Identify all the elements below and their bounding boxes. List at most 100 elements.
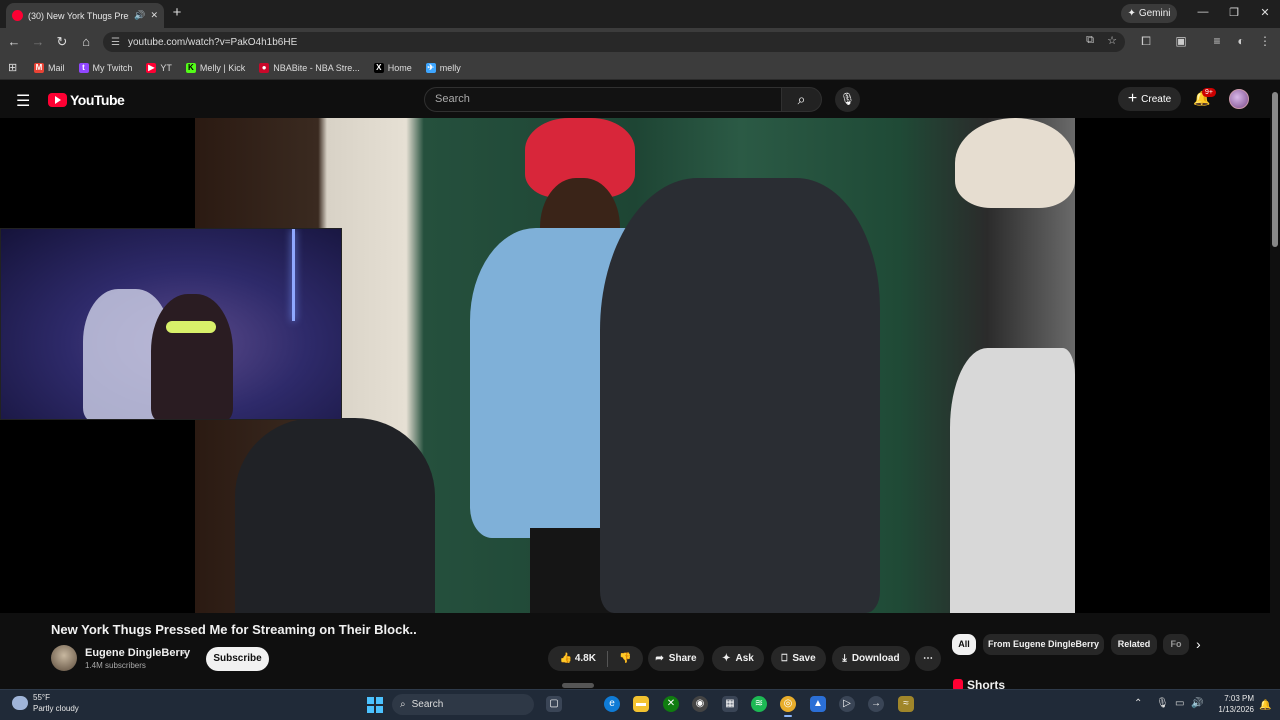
chip-from-channel[interactable]: From Eugene DingleBerry — [983, 634, 1104, 655]
dislike-icon[interactable]: 👎 — [619, 653, 631, 664]
chevron-right-icon[interactable]: › — [1196, 636, 1201, 652]
bookmark-yt[interactable]: ▶ YT — [146, 62, 172, 73]
network-icon[interactable]: ▭ — [1175, 698, 1184, 709]
like-dislike-group: 👍 4.8K 👎 — [548, 646, 643, 671]
like-count: 4.8K — [574, 653, 596, 664]
divider — [606, 650, 608, 667]
close-tab-icon[interactable]: ✕ — [150, 10, 158, 21]
xbox-icon[interactable]: ✕ — [663, 696, 679, 712]
spotify-icon[interactable]: ≋ — [751, 696, 767, 712]
side-panel-icon[interactable]: ▣ — [1173, 34, 1189, 48]
weather-description: Partly cloudy — [33, 704, 79, 713]
edge-icon[interactable]: e — [604, 696, 620, 712]
store-icon[interactable]: ▦ — [722, 696, 738, 712]
youtube-logo[interactable]: YouTube — [48, 92, 125, 108]
streamer-shape — [151, 294, 233, 419]
bookmark-melly[interactable]: ✈ melly — [425, 62, 461, 73]
save-button[interactable]: ⎕ Save — [771, 646, 826, 671]
reload-icon[interactable]: ↻ — [54, 34, 70, 50]
subscribe-button[interactable]: Subscribe — [206, 647, 269, 671]
bookmark-star-icon[interactable]: ☆ — [1105, 34, 1119, 47]
file-explorer-icon[interactable]: ▬ — [633, 696, 649, 712]
bookmark-label: Mail — [48, 62, 65, 73]
forward-icon[interactable]: → — [30, 34, 46, 50]
twitch-icon: t — [78, 62, 89, 73]
scrollbar-thumb[interactable] — [1272, 92, 1278, 247]
microphone-icon[interactable]: 🎙 — [835, 87, 860, 112]
search-icon[interactable]: ⌕ — [781, 87, 822, 112]
weather-temperature: 55°F — [33, 693, 50, 702]
share-label: Share — [668, 653, 697, 664]
hamburger-menu-icon[interactable]: ☰ — [16, 91, 30, 111]
app-icon[interactable]: ≈ — [898, 696, 914, 712]
new-tab-button[interactable]: + — [169, 5, 185, 21]
tray-overflow-icon[interactable]: ⌃ — [1134, 698, 1142, 709]
minimize-icon[interactable]: — — [1195, 6, 1211, 18]
ask-button[interactable]: ✦ Ask — [712, 646, 764, 671]
black-jacket-shape — [600, 178, 880, 613]
windows-start-icon[interactable] — [367, 697, 383, 713]
gmail-icon: M — [34, 62, 44, 73]
chip-all[interactable]: All — [952, 634, 976, 655]
address-bar[interactable]: ☰ youtube.com/watch?v=PakO4h1b6HE — [103, 32, 1125, 52]
horizontal-scroll-thumb[interactable] — [562, 683, 594, 688]
bookmark-icon: ✈ — [425, 62, 436, 73]
taskbar-search[interactable]: ⌕ Search — [392, 694, 534, 715]
share-icon: ➦ — [655, 653, 664, 664]
speaker-icon[interactable]: 🔊 — [134, 10, 145, 21]
task-view-icon[interactable]: ▢ — [546, 696, 562, 712]
close-window-icon[interactable]: ✕ — [1257, 6, 1273, 19]
neon-light — [292, 229, 295, 321]
bookmark-label: My Twitch — [92, 62, 133, 73]
browser-tab[interactable]: (30) New York Thugs Press 🔊 ✕ — [6, 3, 164, 28]
bookmark-x-home[interactable]: X Home — [373, 62, 412, 73]
bookmark-label: YT — [160, 62, 172, 73]
volume-icon[interactable]: 🔊 — [1191, 698, 1203, 709]
media-player-icon[interactable]: ▷ — [839, 696, 855, 712]
account-avatar[interactable] — [1229, 89, 1249, 109]
like-button[interactable]: 👍 4.8K — [560, 653, 596, 664]
download-icon: ⤓ — [842, 653, 847, 664]
profile-icon[interactable]: ◐ — [1233, 34, 1249, 48]
gemini-button[interactable]: ✦ Gemini — [1121, 4, 1177, 23]
bookmarks-bar: ⊞ M Mail t My Twitch ▶ YT K Melly | Kick ● NB… — [0, 56, 1280, 80]
download-button[interactable]: ⤓ Download — [832, 646, 910, 671]
more-actions-icon[interactable]: ⋯ — [915, 646, 941, 671]
photos-icon[interactable]: ▲ — [810, 696, 826, 712]
weather-widget[interactable]: 55°F Partly cloudy — [12, 692, 79, 714]
obs-icon[interactable]: ◉ — [692, 696, 708, 712]
bookmark-mail[interactable]: M Mail — [34, 62, 65, 73]
chip-related[interactable]: Related — [1111, 634, 1157, 655]
chrome-icon[interactable]: ◎ — [780, 696, 796, 717]
browser-tab-bar — [0, 0, 1280, 28]
back-icon[interactable]: ← — [6, 34, 22, 50]
youtube-play-icon — [48, 93, 67, 107]
reading-list-icon[interactable]: ≡ — [1209, 34, 1225, 48]
browser-menu-icon[interactable]: ⋮ — [1257, 34, 1273, 48]
share-button[interactable]: ➦ Share — [648, 646, 704, 671]
install-app-icon[interactable]: ⧉ — [1083, 34, 1097, 47]
x-icon: X — [373, 62, 384, 73]
site-info-icon[interactable]: ☰ — [111, 37, 120, 48]
search-input[interactable]: Search — [424, 87, 782, 112]
home-icon[interactable]: ⌂ — [78, 34, 94, 50]
notification-badge: 9+ — [1202, 88, 1216, 97]
chip-truncated[interactable]: Fo — [1163, 634, 1189, 655]
maximize-icon[interactable]: ❐ — [1226, 6, 1242, 19]
nba-icon: ● — [259, 62, 270, 73]
channel-name[interactable]: Eugene DingleBerry — [85, 647, 190, 659]
notification-center-icon[interactable]: 🔔 — [1259, 700, 1271, 711]
taskbar-clock[interactable]: 7:03 PM 1/13/2026 — [1212, 693, 1254, 715]
create-button[interactable]: + Create — [1118, 87, 1181, 111]
bookmark-kick[interactable]: K Melly | Kick — [185, 62, 245, 73]
arrow-app-icon[interactable]: → — [868, 696, 884, 712]
subscriber-count: 1.4M subscribers — [85, 661, 146, 670]
bookmark-nbabite[interactable]: ● NBABite - NBA Stre... — [259, 62, 360, 73]
bookmark-label: NBABite - NBA Stre... — [273, 62, 360, 73]
clock-date: 1/13/2026 — [1218, 705, 1254, 714]
channel-avatar[interactable] — [51, 645, 77, 671]
bookmark-twitch[interactable]: t My Twitch — [78, 62, 133, 73]
apps-grid-icon[interactable]: ⊞ — [8, 62, 20, 74]
microphone-tray-icon[interactable]: 🎙 — [1156, 698, 1169, 709]
extensions-icon[interactable]: ⧠ — [1138, 34, 1154, 49]
